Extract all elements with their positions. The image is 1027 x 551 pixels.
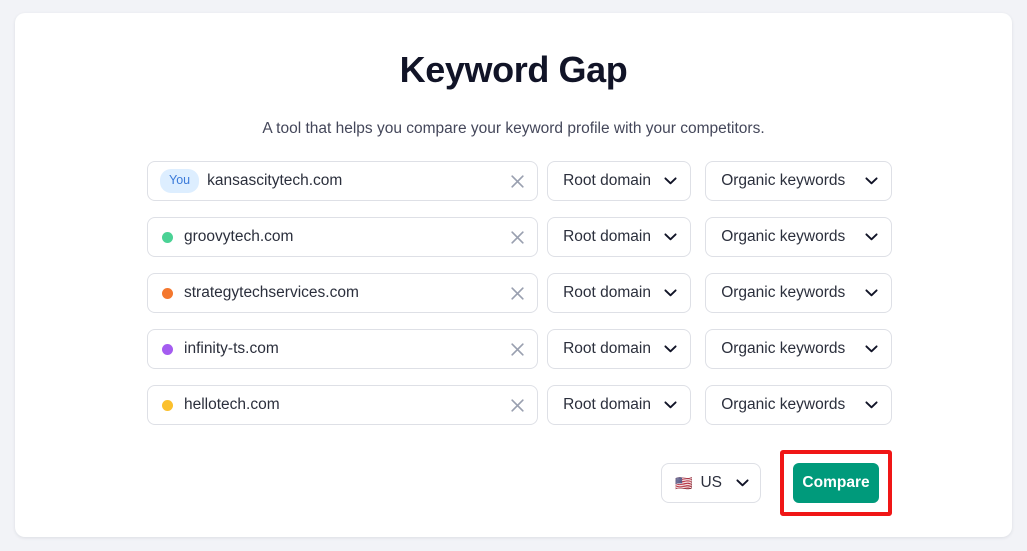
compare-button[interactable]: Compare: [793, 463, 879, 503]
chevron-down-icon: [865, 401, 878, 409]
competitor-color-dot: [162, 231, 173, 243]
domain-input-value: groovytech.com: [184, 228, 294, 245]
competitor-color-dot: [162, 399, 173, 411]
chevron-down-icon: [865, 177, 878, 185]
scope-select-label: Root domain: [563, 284, 651, 301]
scope-select-label: Root domain: [563, 340, 651, 357]
country-select[interactable]: 🇺🇸 US: [661, 463, 761, 503]
chevron-down-icon: [664, 345, 677, 353]
scope-select-1[interactable]: Root domain: [547, 217, 692, 257]
scope-select-label: Root domain: [563, 172, 651, 189]
scope-select-0[interactable]: Root domain: [547, 161, 692, 201]
competitor-row: infinity-ts.com Root domain Organic keywor…: [147, 329, 892, 369]
scope-select-label: Root domain: [563, 228, 651, 245]
competitor-row: hellotech.com Root domain Organic keywords: [147, 385, 892, 425]
competitor-color-dot: [162, 343, 173, 355]
us-flag-icon: 🇺🇸: [675, 475, 693, 491]
chevron-down-icon: [664, 177, 677, 185]
chevron-down-icon: [664, 401, 677, 409]
chevron-down-icon: [664, 289, 677, 297]
footer-actions: 🇺🇸 US Compare: [147, 450, 892, 516]
domain-input-4[interactable]: hellotech.com: [147, 385, 539, 425]
close-icon[interactable]: [505, 225, 529, 249]
domain-input-value: kansascitytech.com: [207, 172, 343, 189]
page-subtitle: A tool that helps you compare your keywo…: [262, 120, 765, 137]
chevron-down-icon: [865, 345, 878, 353]
scope-select-2[interactable]: Root domain: [547, 273, 692, 313]
compare-highlight-box: Compare: [780, 450, 892, 516]
close-icon[interactable]: [505, 169, 529, 193]
scope-select-4[interactable]: Root domain: [547, 385, 692, 425]
domain-input-value: hellotech.com: [184, 396, 280, 413]
close-icon[interactable]: [505, 281, 529, 305]
chevron-down-icon: [736, 479, 749, 487]
competitor-row: You kansascitytech.com Root domain Organic …: [147, 161, 892, 201]
domain-input-1[interactable]: groovytech.com: [147, 217, 539, 257]
country-select-label: US: [700, 474, 722, 491]
competitor-row: groovytech.com Root domain Organic keyword…: [147, 217, 892, 257]
app-root: Keyword Gap A tool that helps you compar…: [0, 0, 1027, 551]
metric-select-1[interactable]: Organic keywords: [705, 217, 892, 257]
close-icon[interactable]: [505, 337, 529, 361]
competitor-rows: You kansascitytech.com Root domain Organic …: [147, 161, 892, 441]
competitor-color-dot: [162, 287, 173, 299]
chevron-down-icon: [664, 233, 677, 241]
domain-input-3[interactable]: infinity-ts.com: [147, 329, 539, 369]
chevron-down-icon: [865, 233, 878, 241]
competitor-row: strategytechservices.com Root domain Organ…: [147, 273, 892, 313]
domain-input-value: infinity-ts.com: [184, 340, 279, 357]
metric-select-label: Organic keywords: [721, 284, 846, 301]
metric-select-label: Organic keywords: [721, 172, 846, 189]
domain-input-0[interactable]: You kansascitytech.com: [147, 161, 539, 201]
metric-select-label: Organic keywords: [721, 340, 846, 357]
metric-select-4[interactable]: Organic keywords: [705, 385, 892, 425]
scope-select-label: Root domain: [563, 396, 651, 413]
scope-select-3[interactable]: Root domain: [547, 329, 692, 369]
metric-select-2[interactable]: Organic keywords: [705, 273, 892, 313]
close-icon[interactable]: [505, 393, 529, 417]
metric-select-label: Organic keywords: [721, 228, 846, 245]
metric-select-label: Organic keywords: [721, 396, 846, 413]
metric-select-0[interactable]: Organic keywords: [705, 161, 892, 201]
metric-select-3[interactable]: Organic keywords: [705, 329, 892, 369]
you-badge: You: [160, 169, 200, 193]
domain-input-2[interactable]: strategytechservices.com: [147, 273, 539, 313]
chevron-down-icon: [865, 289, 878, 297]
page-title: Keyword Gap: [399, 49, 628, 90]
keyword-gap-card: Keyword Gap A tool that helps you compar…: [15, 13, 1012, 537]
domain-input-value: strategytechservices.com: [184, 284, 359, 301]
